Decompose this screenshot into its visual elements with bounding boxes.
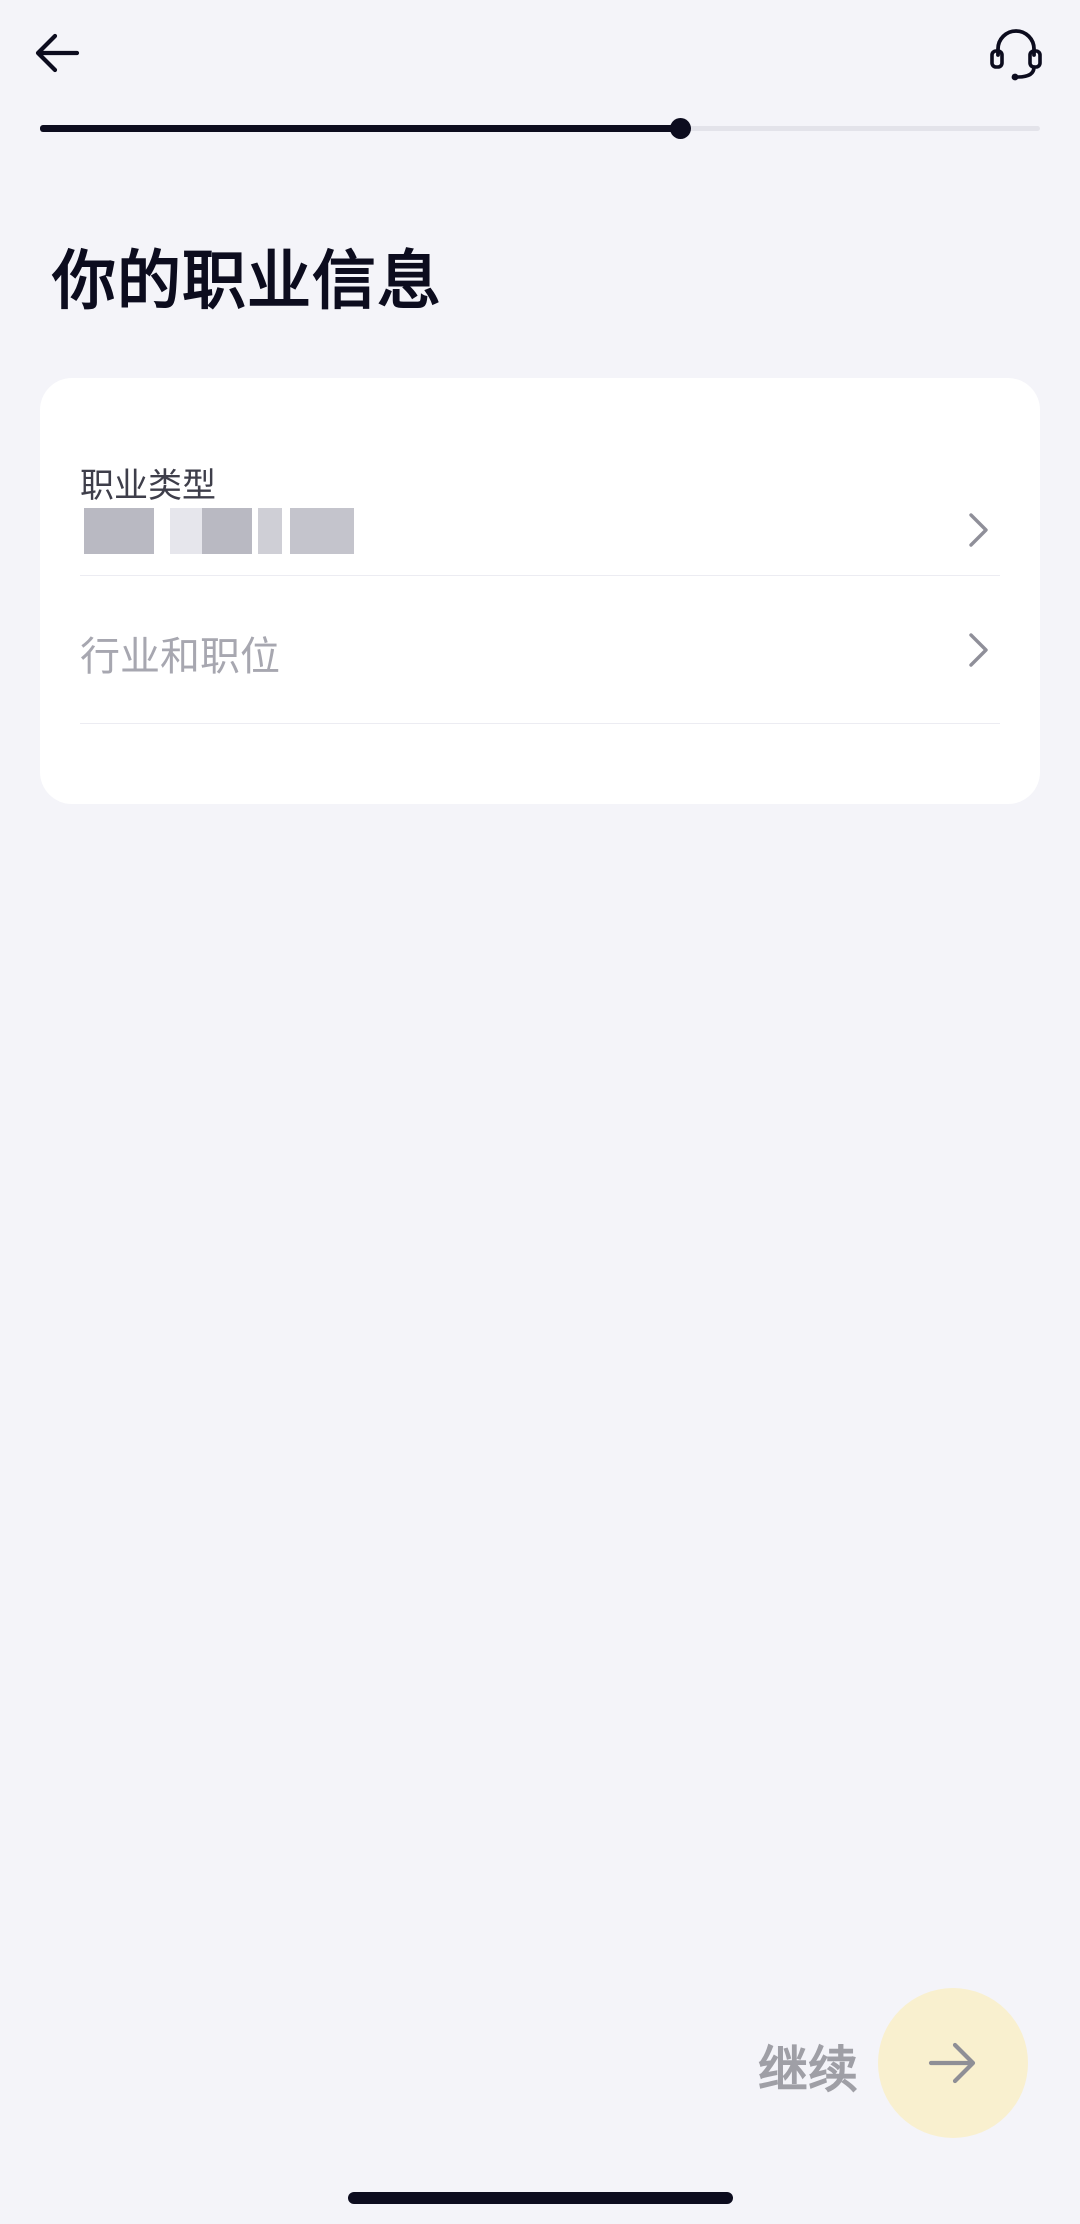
page-title: 你的职业信息 [52,245,442,319]
chevron-right-icon [969,513,988,547]
industry-position-placeholder: 行业和职位 [80,634,280,680]
field-divider [80,723,1000,724]
occupation-card: 职业类型 行业和职位 [40,378,1040,804]
occupation-type-label: 职业类型 [80,466,216,506]
customer-support-button[interactable] [976,20,1056,90]
continue-label: 继续 [758,2041,858,2099]
occupation-type-field[interactable]: 职业类型 [80,458,1000,576]
headset-icon [990,29,1042,81]
arrow-right-icon [928,2042,976,2084]
back-button[interactable] [22,18,92,88]
progress-fill [40,125,680,132]
occupation-type-value-blurred [84,502,354,556]
progress-indicator [670,118,691,139]
home-indicator [348,2192,733,2204]
chevron-right-icon [969,633,988,667]
industry-position-field[interactable]: 行业和职位 [80,576,1000,724]
continue-button[interactable] [878,1988,1028,2138]
arrow-left-icon [35,33,80,73]
